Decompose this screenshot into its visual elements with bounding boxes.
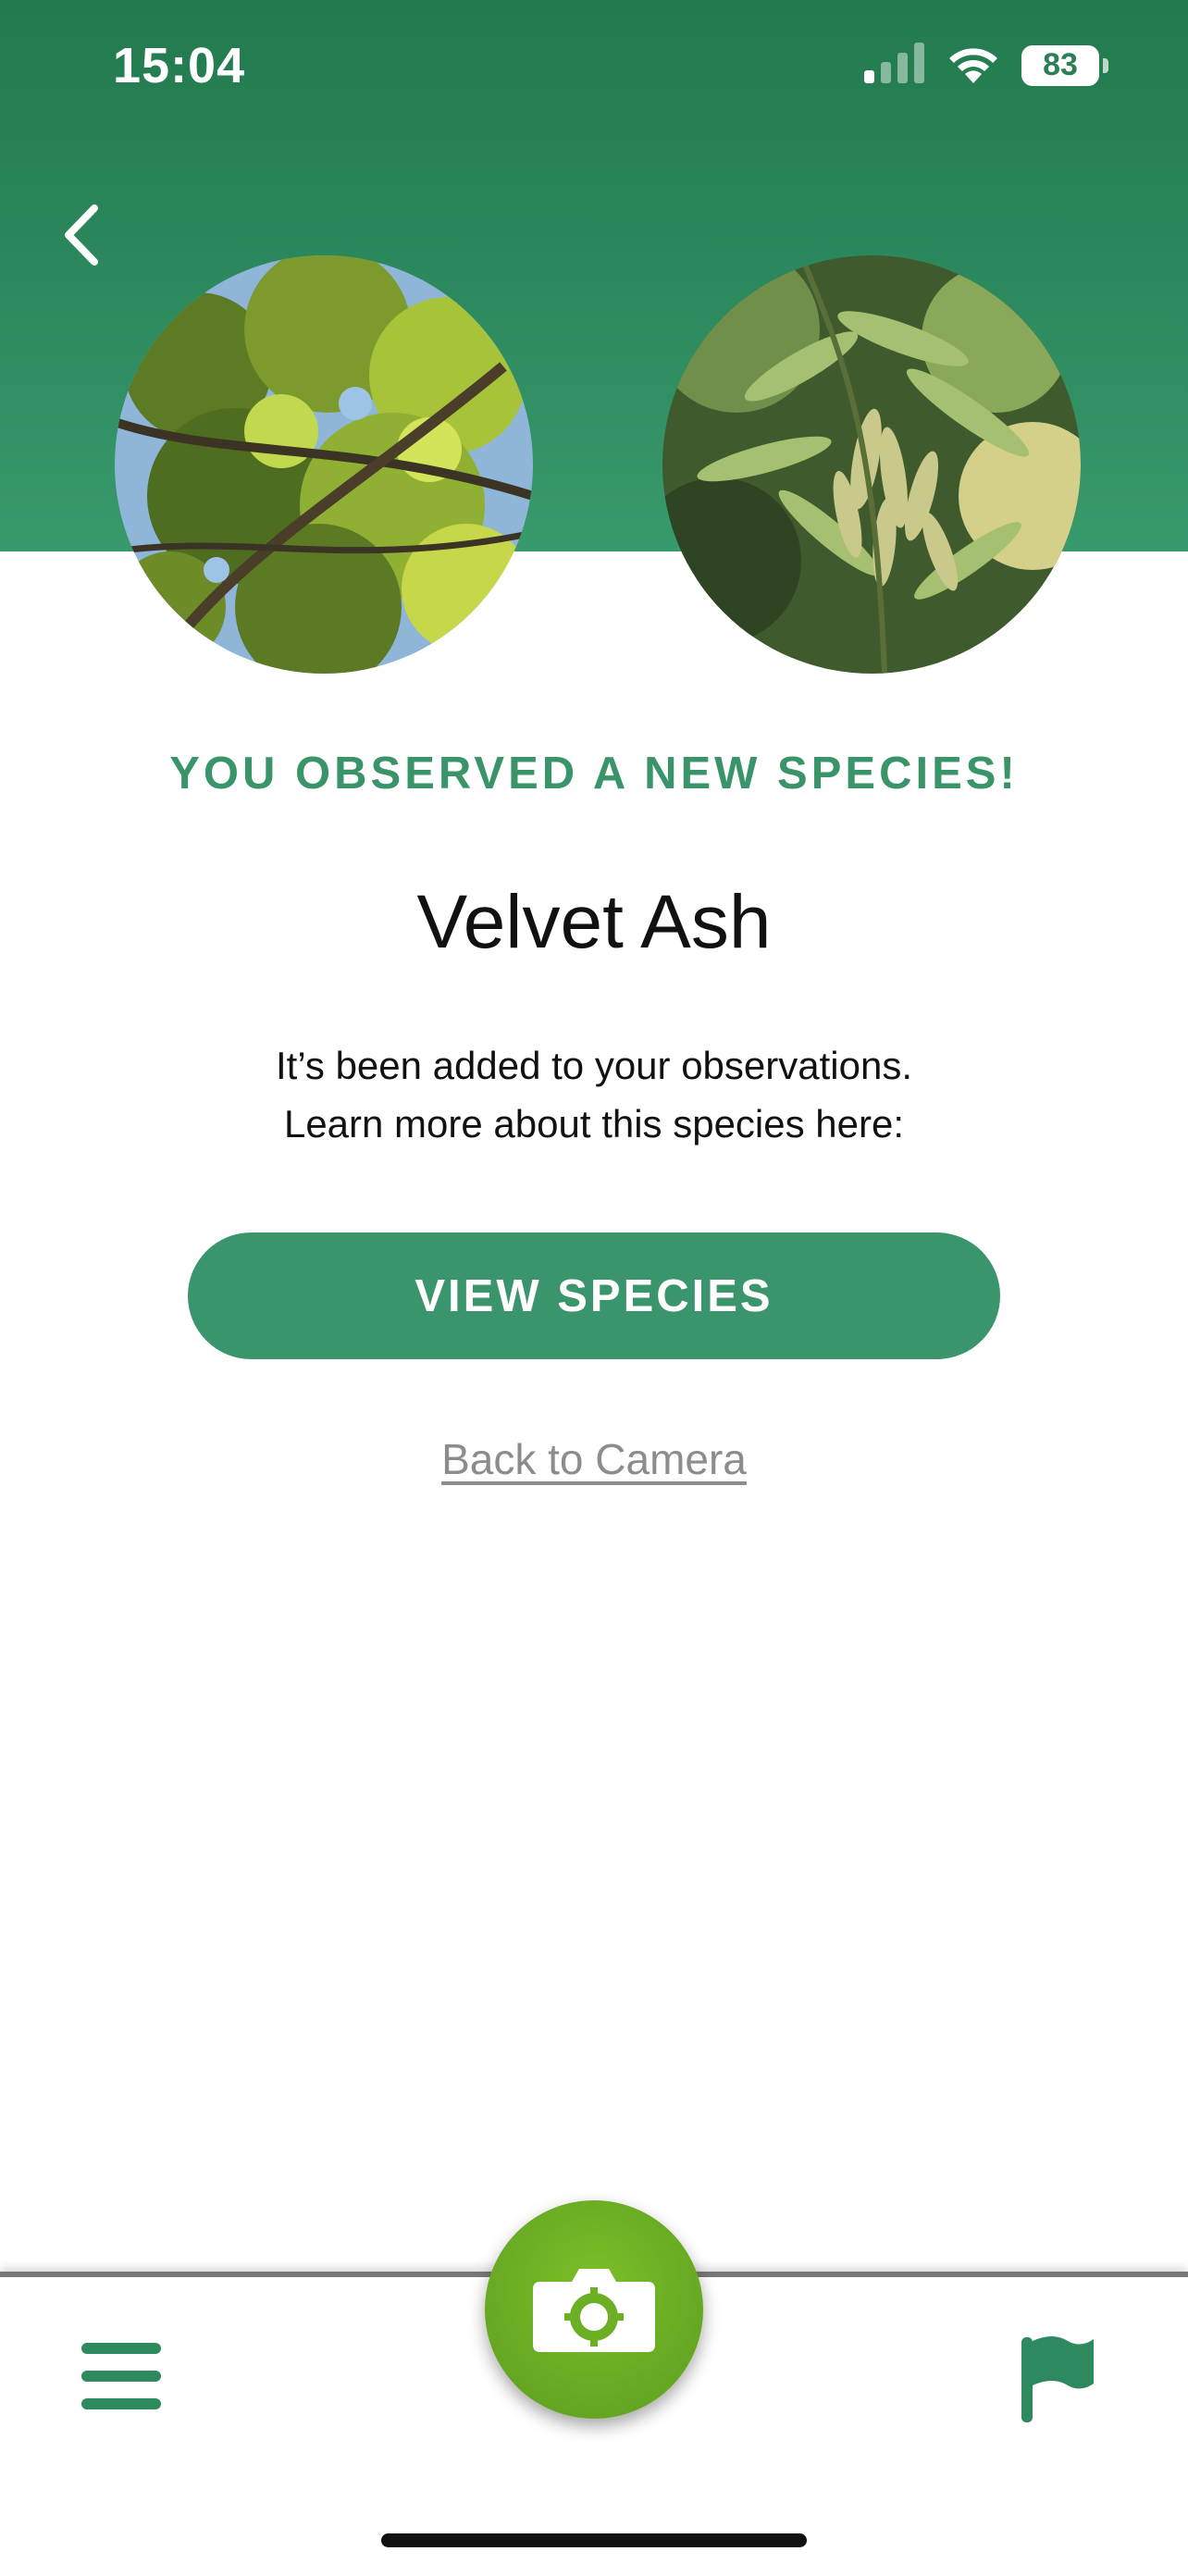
leaves-and-seeds-photo bbox=[659, 252, 1084, 677]
menu-icon bbox=[81, 2343, 161, 2409]
message-line-1: It’s been added to your observations. bbox=[275, 1044, 913, 1087]
chevron-left-icon bbox=[65, 204, 98, 266]
new-species-headline: YOU OBSERVED A NEW SPECIES! bbox=[169, 749, 1019, 799]
challenges-button[interactable] bbox=[1016, 2332, 1095, 2424]
menu-button[interactable] bbox=[80, 2339, 165, 2413]
home-indicator bbox=[381, 2533, 807, 2547]
message-line-2: Learn more about this species here: bbox=[283, 1102, 905, 1146]
back-button[interactable] bbox=[52, 198, 111, 272]
species-name: Velvet Ash bbox=[416, 880, 772, 964]
flag-icon bbox=[1021, 2336, 1094, 2422]
signal-icon bbox=[864, 43, 925, 88]
status-icons: 83 bbox=[864, 43, 1108, 88]
view-species-button[interactable]: VIEW SPECIES bbox=[188, 1232, 1000, 1359]
battery-icon: 83 bbox=[1021, 44, 1108, 86]
back-to-camera-link[interactable]: Back to Camera bbox=[0, 1434, 1188, 1484]
tree-canopy-photo bbox=[111, 252, 537, 677]
observation-message: It’s been added to your observations. Le… bbox=[0, 1036, 1188, 1153]
camera-button[interactable] bbox=[485, 2200, 703, 2419]
status-time: 15:04 bbox=[113, 38, 246, 93]
camera-icon bbox=[533, 2269, 655, 2352]
battery-level: 83 bbox=[1043, 47, 1078, 82]
wifi-icon bbox=[946, 43, 1001, 88]
